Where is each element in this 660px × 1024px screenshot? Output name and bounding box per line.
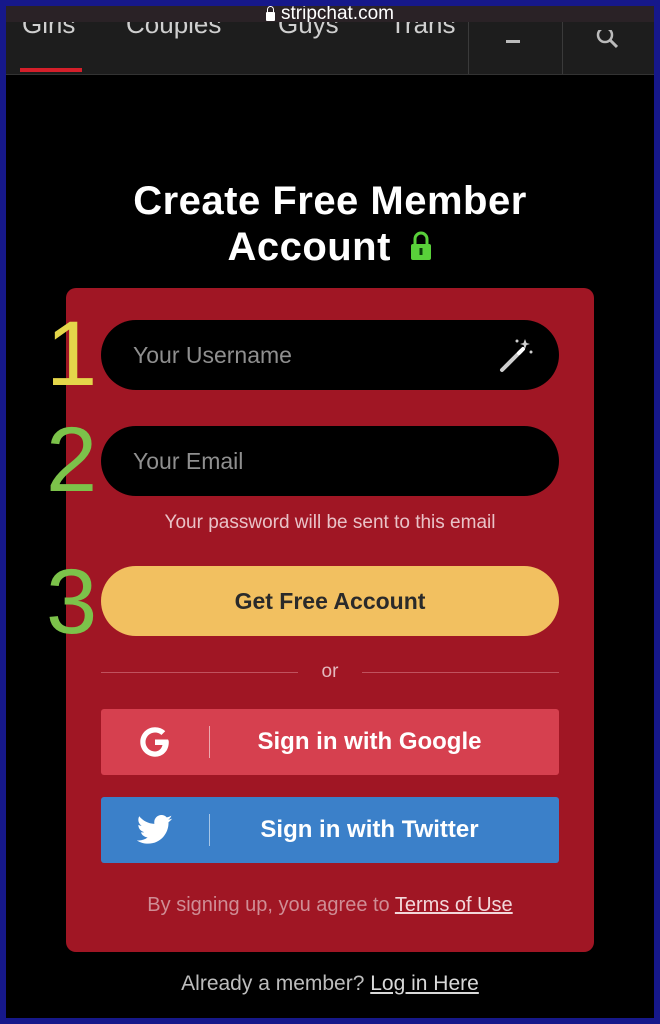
- terms-of-use-link[interactable]: Terms of Use: [395, 894, 513, 916]
- menu-icon[interactable]: [506, 40, 520, 43]
- phone-screen: stripchat.com Girls Couples Guys Trans C…: [6, 6, 654, 1018]
- step-number-3: 3: [46, 551, 98, 653]
- tab-girls[interactable]: Girls: [22, 22, 75, 42]
- login-prefix: Already a member?: [181, 972, 371, 995]
- tab-couples[interactable]: Couples: [126, 22, 221, 42]
- or-divider: or: [101, 661, 559, 682]
- title-line-2: Account: [227, 225, 391, 269]
- terms-prefix: By signing up, you agree to: [147, 894, 395, 916]
- email-hint: Your password will be sent to this email: [164, 512, 496, 533]
- padlock-icon: [410, 231, 431, 261]
- or-label: or: [321, 661, 339, 682]
- title-line-1: Create Free Member: [133, 179, 527, 223]
- step-number-2: 2: [46, 409, 98, 511]
- google-icon: [101, 724, 209, 760]
- email-field[interactable]: [101, 426, 559, 496]
- email-input[interactable]: [131, 446, 475, 476]
- tab-guys[interactable]: Guys: [278, 22, 339, 42]
- tab-trans[interactable]: Trans: [390, 22, 456, 42]
- divider-line: [101, 671, 298, 673]
- active-tab-indicator: [20, 68, 82, 72]
- twitter-bird-icon: [101, 815, 209, 845]
- username-input[interactable]: [131, 340, 475, 370]
- page-title: Create Free Member Account: [6, 178, 654, 270]
- lock-icon: [266, 6, 275, 21]
- log-in-link[interactable]: Log in Here: [370, 972, 479, 995]
- username-field[interactable]: [101, 320, 559, 390]
- step-number-1: 1: [46, 303, 98, 405]
- twitter-signin-label: Sign in with Twitter: [260, 816, 479, 843]
- twitter-signin-button[interactable]: Sign in with Twitter: [101, 797, 559, 863]
- get-free-account-button[interactable]: Get Free Account: [101, 566, 559, 636]
- url-bar[interactable]: stripchat.com: [6, 6, 654, 24]
- divider-line: [362, 671, 559, 673]
- google-signin-button[interactable]: Sign in with Google: [101, 709, 559, 775]
- search-icon[interactable]: [596, 30, 618, 52]
- nav-divider: [562, 22, 563, 74]
- terms-notice: By signing up, you agree to Terms of Use: [66, 894, 594, 917]
- nav-divider: [468, 22, 469, 74]
- login-prompt: Already a member? Log in Here: [6, 972, 654, 996]
- google-signin-label: Sign in with Google: [257, 728, 482, 755]
- magic-wand-icon[interactable]: [497, 337, 535, 375]
- top-nav: Girls Couples Guys Trans: [6, 22, 654, 75]
